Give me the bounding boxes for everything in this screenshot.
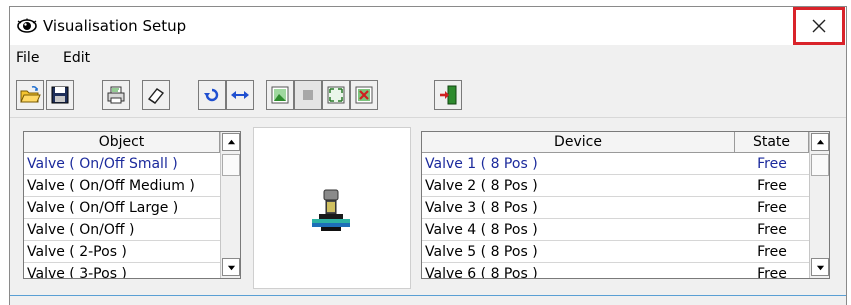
device-list-scrollbar[interactable] <box>809 132 829 278</box>
list-item[interactable]: Valve ( 3-Pos ) <box>24 263 220 278</box>
fit-screen-icon <box>327 86 345 104</box>
state-column-header[interactable]: State <box>735 132 809 153</box>
open-button[interactable] <box>16 80 44 110</box>
list-item[interactable]: Valve ( On/Off Small ) <box>24 153 220 175</box>
object-preview <box>253 127 411 289</box>
device-cell: Valve 1 ( 8 Pos ) <box>425 156 538 172</box>
erase-button[interactable] <box>142 80 170 110</box>
scroll-thumb[interactable] <box>222 154 240 176</box>
state-cell: Free <box>757 200 787 216</box>
list-item[interactable]: Valve ( On/Off Large ) <box>24 197 220 219</box>
image-red-button[interactable] <box>350 80 378 110</box>
open-folder-icon <box>20 86 41 103</box>
scroll-up-button[interactable] <box>811 133 829 151</box>
object-list-scrollbar[interactable] <box>220 132 240 278</box>
object-listbox[interactable]: Object Valve ( On/Off Small ) Valve ( On… <box>23 131 241 279</box>
flip-horizontal-icon <box>231 91 249 99</box>
device-listbox[interactable]: Device State Valve 1 ( 8 Pos ) Free Valv… <box>421 131 830 279</box>
close-icon <box>812 19 826 33</box>
image-button[interactable] <box>266 80 294 110</box>
menu-bar: File Edit <box>10 45 846 71</box>
list-item[interactable]: Valve ( 2-Pos ) <box>24 241 220 263</box>
image-red-icon <box>355 86 373 104</box>
valve-actuator-icon <box>312 189 350 231</box>
menu-edit[interactable]: Edit <box>63 50 90 66</box>
rotate-icon <box>204 88 219 102</box>
title-bar: Visualisation Setup <box>10 7 846 45</box>
arrow-up-icon <box>816 139 824 144</box>
print-icon <box>107 86 125 104</box>
state-cell: Free <box>757 266 787 279</box>
state-cell: Free <box>757 244 787 260</box>
fit-screen-button[interactable] <box>322 80 350 110</box>
table-row[interactable]: Valve 4 ( 8 Pos ) Free <box>422 219 809 241</box>
gray-square-icon <box>303 90 313 100</box>
print-button[interactable] <box>102 80 130 110</box>
rotate-button[interactable] <box>198 80 226 110</box>
device-cell: Valve 3 ( 8 Pos ) <box>425 200 538 216</box>
exit-button[interactable] <box>434 80 462 110</box>
table-row[interactable]: Valve 6 ( 8 Pos ) Free <box>422 263 809 279</box>
arrow-down-icon <box>816 265 824 270</box>
list-item[interactable]: Valve ( On/Off ) <box>24 219 220 241</box>
scroll-down-button[interactable] <box>811 258 829 276</box>
image-green-icon <box>271 86 289 104</box>
table-row[interactable]: Valve 2 ( 8 Pos ) Free <box>422 175 809 197</box>
save-button[interactable] <box>46 80 74 110</box>
exit-door-icon <box>440 85 457 105</box>
device-cell: Valve 5 ( 8 Pos ) <box>425 244 538 260</box>
toolbar-separator <box>10 117 846 118</box>
device-cell: Valve 4 ( 8 Pos ) <box>425 222 538 238</box>
eraser-icon <box>147 88 165 104</box>
table-row[interactable]: Valve 1 ( 8 Pos ) Free <box>422 153 809 175</box>
arrow-down-icon <box>227 265 235 270</box>
state-cell: Free <box>757 178 787 194</box>
table-row[interactable]: Valve 5 ( 8 Pos ) Free <box>422 241 809 263</box>
window-title: Visualisation Setup <box>43 17 187 35</box>
close-button[interactable] <box>793 7 845 45</box>
state-cell: Free <box>757 222 787 238</box>
device-cell: Valve 2 ( 8 Pos ) <box>425 178 538 194</box>
list-item[interactable]: Valve ( On/Off Medium ) <box>24 175 220 197</box>
screenshot-background: Visualisation Setup File Edit Object Val… <box>0 0 851 305</box>
eye-icon <box>17 18 37 34</box>
toolbar <box>10 75 846 115</box>
table-row[interactable]: Valve 3 ( 8 Pos ) Free <box>422 197 809 219</box>
disabled-button[interactable] <box>294 80 322 110</box>
device-column-header[interactable]: Device <box>422 132 735 153</box>
object-column-header[interactable]: Object <box>24 132 220 153</box>
scroll-up-button[interactable] <box>222 133 240 151</box>
save-icon <box>51 86 69 104</box>
scroll-thumb[interactable] <box>811 154 829 176</box>
flip-button[interactable] <box>226 80 254 110</box>
menu-file[interactable]: File <box>16 50 39 66</box>
arrow-up-icon <box>227 139 235 144</box>
scroll-down-button[interactable] <box>222 258 240 276</box>
state-cell: Free <box>757 156 787 172</box>
device-cell: Valve 6 ( 8 Pos ) <box>425 266 538 279</box>
visualisation-setup-window: Visualisation Setup File Edit Object Val… <box>9 6 847 305</box>
bottom-panel-edge <box>10 295 846 305</box>
